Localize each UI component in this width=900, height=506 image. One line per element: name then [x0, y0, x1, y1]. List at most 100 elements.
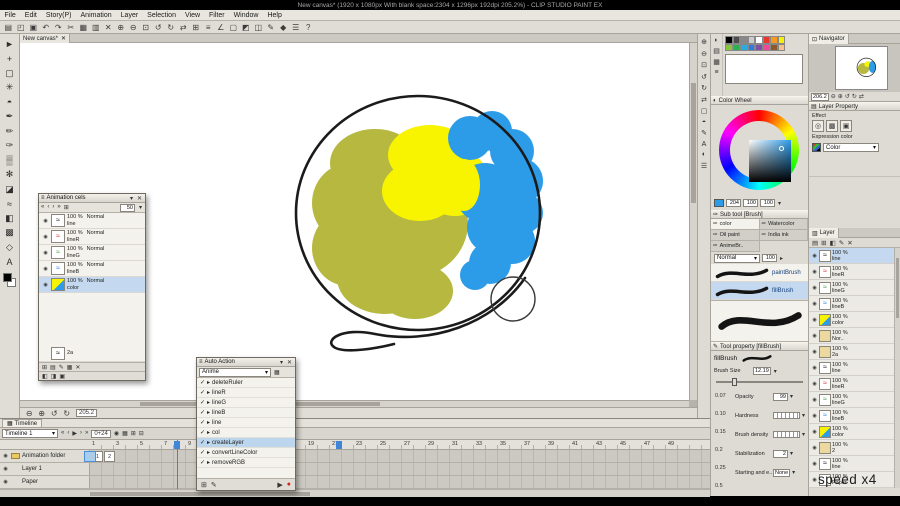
visibility-eye-icon[interactable]: ◉	[811, 413, 818, 419]
color-swatch[interactable]	[777, 36, 785, 44]
tab-navigator[interactable]: ⊡ Navigator	[809, 34, 849, 44]
move-tool-icon[interactable]: +	[2, 52, 18, 67]
menu-item[interactable]: Window	[229, 12, 263, 19]
rotate-cw-icon[interactable]: ↻	[701, 84, 707, 92]
color-swatch[interactable]	[770, 36, 778, 44]
action-row[interactable]: ✓ ▸ col	[197, 428, 295, 438]
flip-icon[interactable]: ⇄	[701, 96, 707, 104]
color-swatch[interactable]	[725, 43, 733, 51]
layer-row[interactable]: ◉ 100 % 2a	[809, 344, 894, 360]
expression-color-select[interactable]: Color ▾	[823, 143, 879, 152]
layer-row[interactable]: ◉ 100 % line	[809, 360, 894, 376]
color-mixing-area[interactable]	[725, 54, 803, 84]
color-swatch[interactable]	[762, 36, 770, 44]
chevron-down-icon[interactable]: ▾	[138, 204, 143, 211]
zoom-in-icon[interactable]: ⊕	[115, 22, 128, 33]
visibility-eye-icon[interactable]: ◉	[811, 461, 818, 467]
menu-item[interactable]: Animation	[76, 12, 116, 19]
rotate-cw-icon[interactable]: ↻	[61, 408, 74, 419]
expand-arrow-icon[interactable]: ▸	[207, 389, 210, 396]
saturation-value-square[interactable]	[749, 140, 791, 182]
layer-row[interactable]: ◉ 100 % lineG	[809, 392, 894, 408]
check-icon[interactable]: ✓	[200, 389, 205, 396]
blend-tool-icon[interactable]: ≈	[2, 197, 18, 212]
select-none-icon[interactable]: ▢	[227, 22, 240, 33]
layer-color-effect-icon[interactable]: ▣	[840, 120, 852, 132]
cel-layer-row[interactable]: ◉ 100 % Normal color	[39, 277, 145, 293]
zoom-in-icon[interactable]: ⊕	[701, 38, 707, 46]
track-eye-icon[interactable]: ◉	[2, 466, 9, 472]
copy-icon[interactable]: ▦	[77, 22, 90, 33]
fit-screen-icon[interactable]: ⊡	[140, 22, 153, 33]
menu-item[interactable]: Story(P)	[41, 12, 76, 19]
prev-frame-icon[interactable]: ‹	[67, 430, 69, 437]
color-swatch[interactable]	[755, 43, 763, 51]
rotate-right-icon[interactable]: ↻	[165, 22, 178, 33]
track-body[interactable]	[90, 476, 710, 488]
canvas-zoom-value[interactable]: 205.2	[76, 409, 98, 417]
spinner-icon[interactable]: ▸	[779, 255, 784, 262]
text-tool-icon[interactable]: A	[2, 255, 18, 270]
help-icon[interactable]: ?	[302, 22, 315, 33]
check-icon[interactable]: ✓	[200, 419, 205, 426]
visibility-eye-icon[interactable]: ◉	[811, 301, 818, 307]
cel-settings-icon[interactable]: ▦	[67, 364, 73, 371]
layer-row[interactable]: ◉ 100 % lineG	[809, 280, 894, 296]
save-icon[interactable]: ▣	[27, 22, 40, 33]
chevron-down-icon[interactable]: ▾	[773, 368, 778, 375]
record-action-icon[interactable]: ●	[287, 481, 291, 489]
pen-settings-icon[interactable]: ✎	[265, 22, 278, 33]
check-icon[interactable]: ✓	[200, 409, 205, 416]
hue-ring[interactable]	[719, 110, 799, 190]
zoom-in-icon[interactable]: ⊕	[838, 93, 843, 100]
preset-value[interactable]: 0.25	[715, 459, 735, 477]
track-header[interactable]: ◉ Animation folder	[0, 450, 90, 462]
menu-item[interactable]: Layer	[116, 12, 143, 19]
menu-item[interactable]: Help	[263, 12, 286, 19]
visibility-eye-icon[interactable]: ◉	[811, 349, 818, 355]
play-action-icon[interactable]: ▶	[277, 481, 282, 489]
go-end-icon[interactable]: »	[85, 430, 88, 437]
canvas-vertical-scrollbar[interactable]	[689, 43, 697, 400]
auto-action-titlebar[interactable]: ≡ Auto Action ▾ ✕	[197, 358, 295, 367]
color-swatch[interactable]	[777, 43, 785, 51]
canvas-tab[interactable]: New canvas* ✕	[20, 34, 71, 43]
slider-handle[interactable]	[731, 378, 737, 386]
color-picker-dot[interactable]	[779, 146, 784, 151]
eyedropper-tool-icon[interactable]: ◓	[2, 95, 18, 110]
next-icon[interactable]: ›	[52, 204, 54, 211]
prev-cel-icon[interactable]: «	[41, 204, 44, 211]
sub-tool-tab[interactable]: ✑ AnimeBr..	[711, 241, 760, 252]
track-header[interactable]: ◉ Paper	[0, 476, 90, 488]
auto-select-tool-icon[interactable]: ✳	[2, 81, 18, 96]
cel-group-row[interactable]: ◉ 2a	[39, 346, 145, 362]
timeline-cel[interactable]: 2	[104, 451, 115, 462]
timeline-scrollbar[interactable]	[0, 489, 710, 497]
parameter-segment-control[interactable]	[772, 431, 800, 438]
minimize-icon[interactable]: ▾	[129, 195, 134, 202]
mask-icon[interactable]: ◧	[830, 239, 836, 247]
menu-item[interactable]: File	[0, 12, 20, 19]
close-icon[interactable]: ✕	[286, 359, 293, 366]
new-cel-icon[interactable]: ▤	[50, 364, 56, 371]
zoom-in-icon[interactable]: ⊕	[36, 408, 49, 419]
selection-border-icon[interactable]: ◫	[252, 22, 265, 33]
go-start-icon[interactable]: «	[61, 430, 64, 437]
cel-layer-row[interactable]: ◉ 100 %Normal line	[39, 213, 145, 229]
check-icon[interactable]: ✓	[200, 459, 205, 466]
visibility-eye-icon[interactable]: ◉	[42, 282, 49, 288]
expand-arrow-icon[interactable]: ▸	[207, 439, 210, 446]
color-swatch[interactable]	[755, 36, 763, 44]
visibility-eye-icon[interactable]: ◉	[811, 253, 818, 259]
figure-tool-icon[interactable]: ◇	[2, 240, 18, 255]
cel-layer-row[interactable]: ◉ 100 %Normal lineR	[39, 229, 145, 245]
onion-next-icon[interactable]: ◨	[51, 373, 57, 380]
selected-frame-cell[interactable]	[84, 451, 96, 462]
operation-tool-icon[interactable]: ►	[2, 37, 18, 52]
zoom-out-icon[interactable]: ⊖	[127, 22, 140, 33]
layer-list-scrollbar[interactable]	[894, 248, 900, 488]
delete-icon[interactable]: ✕	[102, 22, 115, 33]
play-icon[interactable]: ▶	[72, 430, 77, 437]
edit-cel-icon[interactable]: ✎	[59, 364, 64, 371]
visibility-eye-icon[interactable]: ◉	[42, 234, 49, 240]
